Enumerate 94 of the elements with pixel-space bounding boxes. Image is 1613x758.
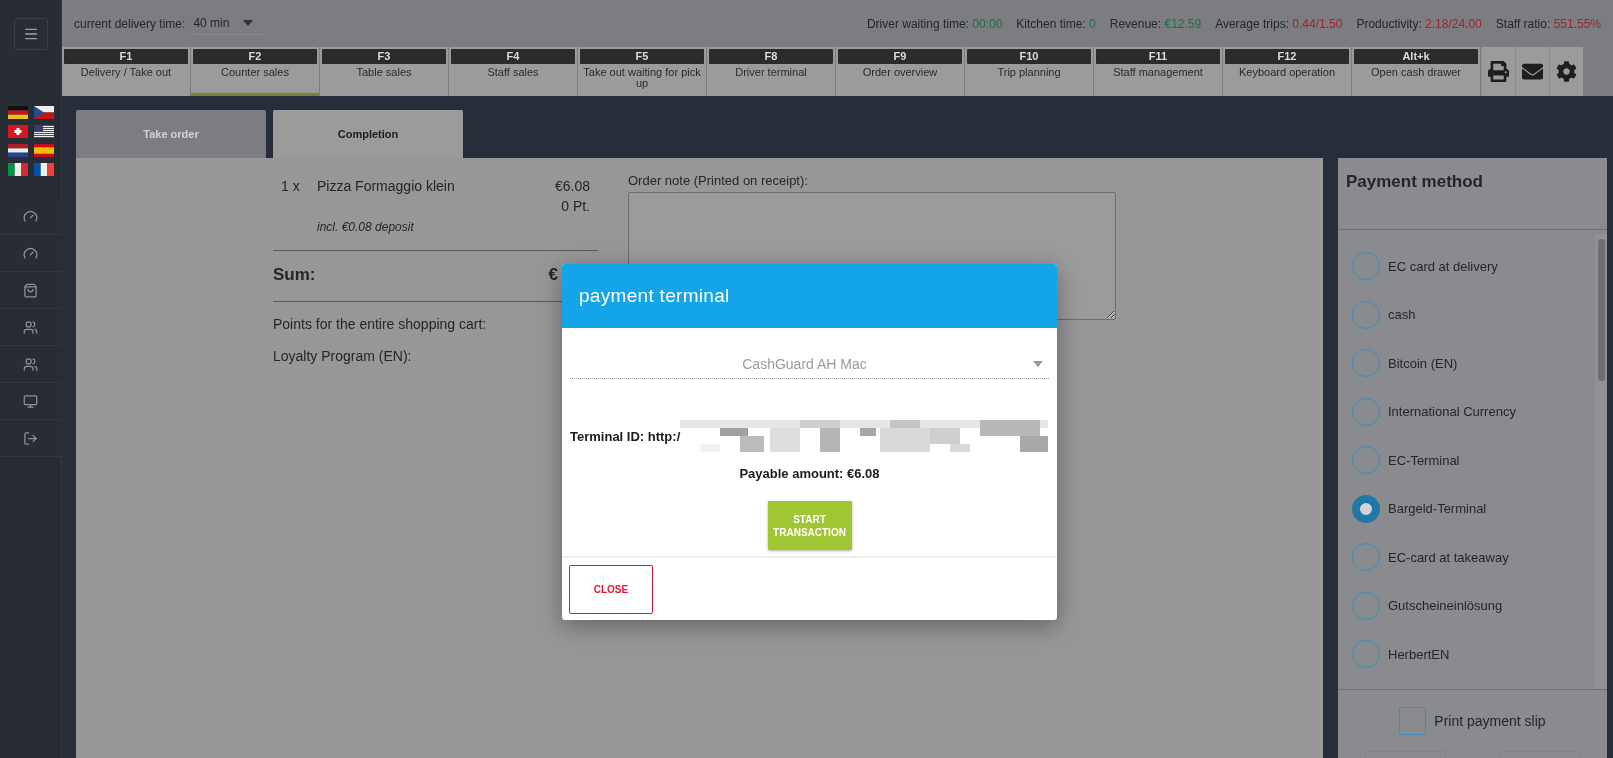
dialog-title: payment terminal (562, 264, 1057, 328)
stat-value: 0.44/1.50 (1292, 16, 1343, 31)
sidebar-item[interactable] (0, 420, 62, 457)
flag-icon[interactable] (7, 144, 28, 157)
item-price: €6.08 (554, 178, 590, 194)
order-note-label: Order note (Printed on receipt): (628, 173, 809, 188)
payment-method-label: cash (1388, 307, 1416, 322)
payment-method-title: Payment method (1338, 158, 1607, 230)
flag-icon[interactable] (7, 125, 28, 138)
stat-value: 00:00 (972, 16, 1003, 31)
function-tab[interactable]: Alt+k Open cash drawer (1352, 47, 1480, 96)
radio-button[interactable] (1352, 591, 1380, 620)
sidebar-item[interactable] (0, 346, 62, 383)
payment-method-label: EC-Terminal (1388, 452, 1460, 468)
radio-button[interactable] (1352, 300, 1380, 329)
function-tab[interactable]: F1 Delivery / Take out (62, 47, 190, 96)
stat-value: 0 (1089, 16, 1096, 31)
function-tab[interactable]: F12 Keyboard operation (1223, 47, 1351, 96)
users-icon (23, 356, 38, 372)
menu-icon (22, 26, 39, 42)
monitor-icon (23, 393, 38, 409)
menu-button[interactable] (13, 18, 48, 50)
scrollbar[interactable] (1595, 234, 1607, 689)
flag-icon[interactable] (7, 106, 28, 119)
sidebar-item[interactable] (0, 198, 62, 235)
radio-button[interactable] (1352, 640, 1380, 668)
stat-value: €12.59 (1164, 16, 1202, 31)
payment-method-label: International Currency (1388, 404, 1516, 419)
payment-method-label: HerbertEN (1388, 646, 1450, 662)
flag-icon[interactable] (33, 144, 54, 157)
function-tab[interactable]: F11 Staff management (1094, 47, 1222, 96)
stat-value: 551.55% (1553, 16, 1601, 31)
stat-label: Driver waiting time: (866, 16, 969, 31)
sum-value: € (548, 265, 558, 285)
function-tab[interactable]: F3 Table sales (320, 47, 448, 96)
flag-icon[interactable] (7, 163, 28, 176)
checkbox[interactable] (1399, 707, 1427, 735)
mail-button[interactable] (1515, 47, 1549, 96)
radio-button[interactable] (1352, 446, 1380, 474)
stat-label: Average trips: (1215, 16, 1289, 31)
payment-method-label: Bargeld-Terminal (1388, 501, 1487, 516)
logout-icon (23, 430, 38, 446)
payment-method-label: Gutscheineinlösung (1388, 598, 1503, 613)
print-slip-label: Print payment slip (1434, 713, 1546, 729)
caret-icon (243, 20, 254, 26)
payment-method-label: EC-card at takeaway (1388, 549, 1509, 565)
item-name: Pizza Formaggio klein (317, 178, 456, 194)
delivery-time-select[interactable]: 40 min (193, 12, 266, 35)
stat-label: Productivity: (1356, 16, 1422, 31)
stat-label: Revenue: (1109, 16, 1162, 31)
function-tab[interactable]: F8 Driver terminal (707, 47, 835, 96)
function-tab[interactable]: F10 Trip planning (965, 47, 1093, 96)
radio-button[interactable] (1352, 349, 1380, 377)
sidebar-item[interactable] (0, 235, 62, 272)
function-tab[interactable]: F2 Counter sales (191, 47, 319, 96)
terminal-id-label: Terminal ID: http:/ (570, 428, 681, 444)
payable-amount: Payable amount: €6.08 (739, 466, 880, 481)
settings-button[interactable] (1549, 47, 1583, 96)
printer-icon (1488, 61, 1509, 82)
gauge-icon (23, 208, 38, 224)
bag-icon (23, 282, 38, 298)
flag-icon[interactable] (33, 163, 54, 176)
print-button[interactable] (1481, 47, 1515, 96)
radio-button[interactable] (1352, 252, 1380, 280)
item-points: 0 Pt. (560, 198, 590, 214)
stat-label: Staff ratio: (1495, 16, 1551, 31)
points-label: Points for the entire shopping cart: (273, 316, 488, 332)
function-tab[interactable]: F5 Take out waiting for pick up (578, 47, 706, 96)
stat-value: 2.18/24.00 (1425, 16, 1482, 31)
loyalty-label: Loyalty Program (EN): (273, 348, 413, 364)
radio-button[interactable] (1352, 494, 1380, 523)
users-icon (23, 319, 38, 335)
item-quantity: 1 x (281, 178, 301, 194)
radio-button[interactable] (1352, 397, 1380, 426)
caret-icon (1033, 361, 1043, 367)
gauge-icon (23, 245, 38, 261)
function-tab[interactable]: F9 Order overview (836, 47, 964, 96)
flag-icon[interactable] (33, 106, 54, 119)
sidebar-item[interactable] (0, 309, 62, 346)
delivery-time-label: current delivery time: (74, 16, 186, 31)
item-note: incl. €0.08 deposit (317, 220, 415, 234)
function-tab[interactable]: F4 Staff sales (449, 47, 577, 96)
sidebar-item[interactable] (0, 383, 62, 420)
sum-label: Sum: (273, 265, 316, 285)
radio-button[interactable] (1352, 543, 1380, 571)
envelope-icon (1522, 61, 1543, 82)
flag-icon[interactable] (33, 125, 54, 138)
settings-icon (1556, 61, 1577, 82)
stat-label: Kitchen time: (1016, 16, 1086, 31)
payment-method-label: EC card at delivery (1388, 258, 1498, 274)
order-tab[interactable]: Completion (273, 110, 463, 158)
sidebar-item[interactable] (0, 272, 62, 309)
payment-method-label: Bitcoin (EN) (1388, 355, 1458, 371)
close-button[interactable]: CLOSE (569, 565, 653, 614)
